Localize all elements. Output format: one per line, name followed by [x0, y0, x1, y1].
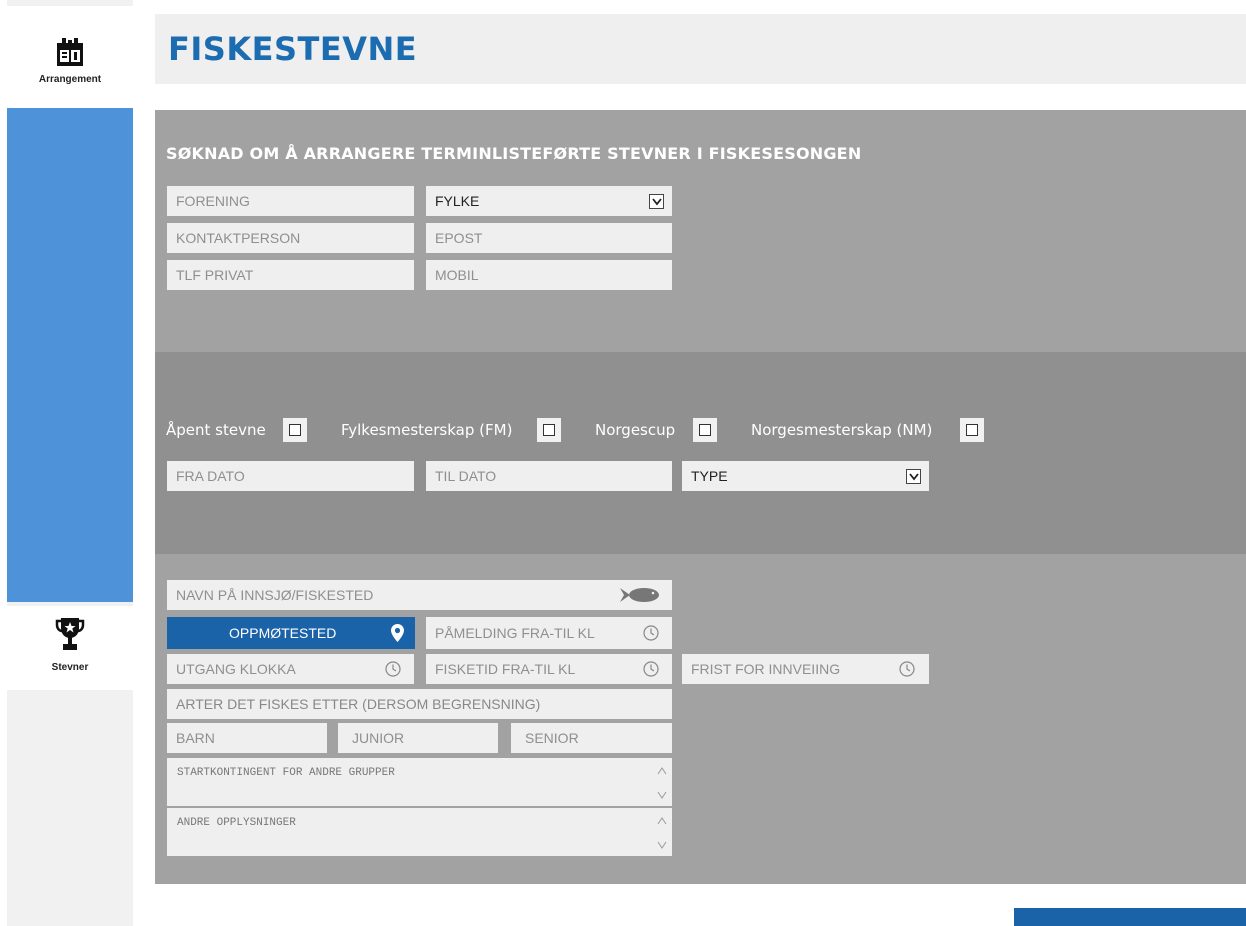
- frist-placeholder: FRIST FOR INNVEIING: [691, 661, 841, 677]
- apent-stevne-checkbox[interactable]: [283, 418, 307, 442]
- pamelding-placeholder: PÅMELDING FRA-TIL KL: [435, 625, 595, 641]
- barn-field[interactable]: BARN: [167, 723, 327, 753]
- innsjo-placeholder: NAVN PÅ INNSJØ/FISKESTED: [176, 587, 374, 603]
- fylke-select[interactable]: FYLKE: [426, 186, 672, 216]
- page-title: FISKESTEVNE: [168, 30, 418, 68]
- til-dato-field[interactable]: TIL DATO: [426, 461, 672, 491]
- utgang-field[interactable]: UTGANG KLOKKA: [167, 654, 414, 684]
- junior-field[interactable]: JUNIOR: [338, 723, 498, 753]
- chevron-down-icon: [906, 469, 921, 484]
- startkontingent-textarea[interactable]: STARTKONTINGENT FOR ANDRE GRUPPER: [167, 758, 672, 806]
- location-pin-icon: [391, 624, 404, 642]
- forening-placeholder: FORENING: [176, 193, 250, 209]
- tlf-privat-field[interactable]: TLF PRIVAT: [167, 260, 414, 290]
- norgescup-label: Norgescup: [595, 421, 676, 439]
- utgang-placeholder: UTGANG KLOKKA: [176, 661, 296, 677]
- barn-placeholder: BARN: [176, 730, 215, 746]
- sidebar: Arrangement Stevner: [7, 0, 133, 926]
- type-select[interactable]: TYPE: [682, 461, 929, 491]
- fisketid-placeholder: FISKETID FRA-TIL KL: [435, 661, 576, 677]
- page-header: FISKESTEVNE: [155, 14, 1246, 84]
- chevron-down-icon: [649, 194, 664, 209]
- sidebar-item-label: Stevner: [51, 662, 89, 673]
- norgescup-checkbox[interactable]: [693, 418, 717, 442]
- andre-placeholder: ANDRE OPPLYSNINGER: [177, 817, 296, 829]
- type-selected-value: TYPE: [691, 468, 728, 484]
- fylke-selected-value: FYLKE: [435, 193, 480, 209]
- calendar-icon: [57, 38, 83, 66]
- senior-field[interactable]: SENIOR: [511, 723, 672, 753]
- oppmotested-field[interactable]: OPPMØTESTED: [167, 617, 415, 649]
- oppmotested-label: OPPMØTESTED: [229, 625, 337, 641]
- frist-innveiing-field[interactable]: FRIST FOR INNVEIING: [682, 654, 929, 684]
- mobil-placeholder: MOBIL: [435, 267, 479, 283]
- trophy-icon: [55, 618, 85, 650]
- arter-field[interactable]: ARTER DET FISKES ETTER (DERSOM BEGRENSNI…: [167, 689, 672, 719]
- fra-dato-field[interactable]: FRA DATO: [167, 461, 414, 491]
- fm-label: Fylkesmesterskap (FM): [341, 421, 513, 439]
- submit-button[interactable]: [1014, 908, 1246, 926]
- fra-dato-placeholder: FRA DATO: [176, 468, 245, 484]
- epost-placeholder: EPOST: [435, 230, 483, 246]
- fish-icon: [620, 588, 659, 602]
- epost-field[interactable]: EPOST: [426, 223, 672, 253]
- section-title: SØKNAD OM Å ARRANGERE TERMINLISTEFØRTE S…: [166, 144, 862, 163]
- startkontingent-placeholder: STARTKONTINGENT FOR ANDRE GRUPPER: [177, 767, 395, 779]
- forening-field[interactable]: FORENING: [167, 186, 414, 216]
- clock-icon: [643, 625, 659, 641]
- tlf-privat-placeholder: TLF PRIVAT: [176, 267, 254, 283]
- clock-icon: [899, 661, 915, 677]
- mobil-field[interactable]: MOBIL: [426, 260, 672, 290]
- fm-checkbox[interactable]: [537, 418, 561, 442]
- fisketid-field[interactable]: FISKETID FRA-TIL KL: [426, 654, 672, 684]
- nm-checkbox[interactable]: [960, 418, 984, 442]
- sidebar-highlight: [7, 108, 133, 602]
- clock-icon: [385, 661, 401, 677]
- arter-placeholder: ARTER DET FISKES ETTER (DERSOM BEGRENSNI…: [176, 696, 541, 712]
- sidebar-item-arrangement[interactable]: Arrangement: [7, 6, 133, 108]
- clock-icon: [643, 661, 659, 677]
- junior-placeholder: JUNIOR: [352, 730, 405, 746]
- innsjo-field[interactable]: NAVN PÅ INNSJØ/FISKESTED: [167, 580, 672, 610]
- sidebar-item-stevner[interactable]: Stevner: [7, 606, 133, 690]
- andre-opplysninger-textarea[interactable]: ANDRE OPPLYSNINGER: [167, 808, 672, 856]
- senior-placeholder: SENIOR: [525, 730, 579, 746]
- kontaktperson-placeholder: KONTAKTPERSON: [176, 230, 301, 246]
- scrollbar[interactable]: [656, 812, 668, 852]
- nm-label: Norgesmesterskap (NM): [751, 421, 933, 439]
- apent-stevne-label: Åpent stevne: [166, 421, 266, 439]
- scrollbar[interactable]: [656, 762, 668, 802]
- til-dato-placeholder: TIL DATO: [435, 468, 497, 484]
- pamelding-field[interactable]: PÅMELDING FRA-TIL KL: [426, 617, 672, 649]
- kontaktperson-field[interactable]: KONTAKTPERSON: [167, 223, 414, 253]
- sidebar-item-label: Arrangement: [38, 74, 102, 85]
- event-type-panel: [155, 352, 1246, 554]
